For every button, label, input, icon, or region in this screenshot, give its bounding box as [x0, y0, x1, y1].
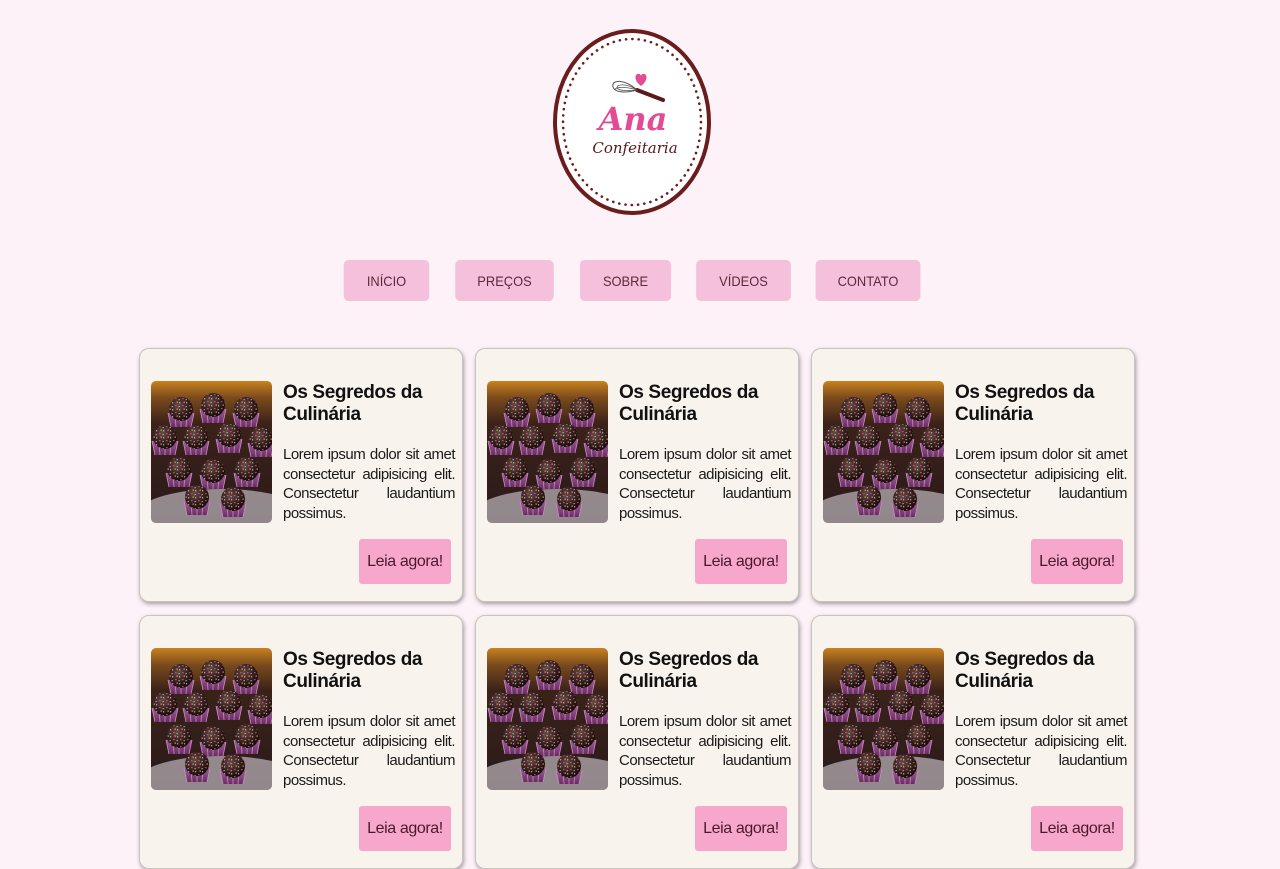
card-text: Lorem ipsum dolor sit amet consectetur a… [955, 713, 1128, 789]
brigadeiro-photo [487, 648, 608, 790]
card-title: Os Segredos da Culinária [955, 649, 1095, 692]
brigadeiro-photo [823, 648, 944, 790]
card-text: Lorem ipsum dolor sit amet consectetur a… [283, 713, 456, 789]
read-now-button[interactable]: Leia agora! [359, 806, 451, 851]
article-card: Os Segredos da Culinária Lorem ipsum dol… [811, 615, 1135, 869]
brigadeiro-photo [487, 381, 608, 523]
card-title: Os Segredos da Culinária [283, 382, 423, 425]
brigadeiro-photo [151, 381, 272, 523]
nav-sobre-button[interactable]: SOBRE [579, 260, 672, 301]
card-title: Os Segredos da Culinária [619, 649, 759, 692]
card-text: Lorem ipsum dolor sit amet consectetur a… [283, 446, 456, 522]
article-card: Os Segredos da Culinária Lorem ipsum dol… [475, 615, 799, 869]
card-title: Os Segredos da Culinária [619, 382, 759, 425]
brand-tagline: Confeitaria [592, 139, 677, 157]
read-now-button[interactable]: Leia agora! [1031, 806, 1123, 851]
brand-name: Ana [596, 100, 668, 138]
read-now-button[interactable]: Leia agora! [695, 806, 787, 851]
logo-icon: Ana Confeitaria [553, 29, 711, 215]
article-card: Os Segredos da Culinária Lorem ipsum dol… [475, 348, 799, 602]
nav-inicio-button[interactable]: INÍCIO [343, 260, 430, 301]
nav-contato-button[interactable]: CONTATO [815, 260, 921, 301]
read-now-button[interactable]: Leia agora! [359, 539, 451, 584]
nav-precos-button[interactable]: PREÇOS [455, 260, 554, 301]
card-text: Lorem ipsum dolor sit amet consectetur a… [619, 446, 792, 522]
article-card: Os Segredos da Culinária Lorem ipsum dol… [811, 348, 1135, 602]
card-text: Lorem ipsum dolor sit amet consectetur a… [619, 713, 792, 789]
main-nav: INÍCIO PREÇOS SOBRE VÍDEOS CONTATO [0, 260, 1280, 301]
article-card: Os Segredos da Culinária Lorem ipsum dol… [139, 615, 463, 869]
brigadeiro-photo [823, 381, 944, 523]
nav-videos-button[interactable]: VÍDEOS [696, 260, 791, 301]
brigadeiro-photo [151, 648, 272, 790]
read-now-button[interactable]: Leia agora! [695, 539, 787, 584]
card-title: Os Segredos da Culinária [955, 382, 1095, 425]
article-card: Os Segredos da Culinária Lorem ipsum dol… [139, 348, 463, 602]
brand-logo[interactable]: Ana Confeitaria [553, 29, 713, 217]
read-now-button[interactable]: Leia agora! [1031, 539, 1123, 584]
card-text: Lorem ipsum dolor sit amet consectetur a… [955, 446, 1128, 522]
card-title: Os Segredos da Culinária [283, 649, 423, 692]
